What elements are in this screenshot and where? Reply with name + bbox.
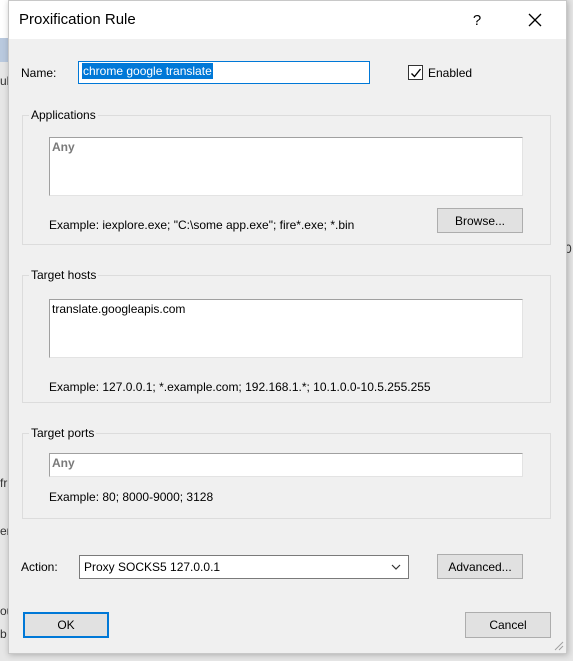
action-select-value: Proxy SOCKS5 127.0.0.1 xyxy=(84,560,221,574)
target-hosts-group-title: Target hosts xyxy=(29,268,99,282)
applications-example: Example: iexplore.exe; "C:\some app.exe"… xyxy=(49,218,355,232)
enabled-checkbox[interactable] xyxy=(408,65,423,80)
name-label: Name: xyxy=(21,66,57,80)
target-hosts-example: Example: 127.0.0.1; *.example.com; 192.1… xyxy=(49,380,431,394)
advanced-button[interactable]: Advanced... xyxy=(437,554,523,579)
target-hosts-textbox[interactable]: translate.googleapis.com xyxy=(49,299,523,358)
action-select[interactable]: Proxy SOCKS5 127.0.0.1 xyxy=(79,555,409,579)
target-hosts-value: translate.googleapis.com xyxy=(52,302,186,316)
target-ports-example: Example: 80; 8000-9000; 3128 xyxy=(49,490,214,504)
resize-grip-icon[interactable] xyxy=(552,639,564,651)
background-text-fragment: b xyxy=(0,627,7,641)
background-text-fragment: ul xyxy=(0,74,8,88)
dialog-title: Proxification Rule xyxy=(19,11,136,28)
name-input-value: chrome google translate xyxy=(82,63,213,79)
cancel-button[interactable]: Cancel xyxy=(465,612,551,638)
background-text-fragment: fr xyxy=(0,476,8,490)
name-input[interactable]: chrome google translate xyxy=(78,61,370,84)
enabled-label: Enabled xyxy=(428,66,473,80)
applications-group-title: Applications xyxy=(29,108,98,122)
target-ports-textbox[interactable]: Any xyxy=(49,453,523,477)
target-ports-group-title: Target ports xyxy=(29,426,97,440)
checkmark-icon xyxy=(410,68,421,78)
close-icon xyxy=(528,13,542,27)
ok-button[interactable]: OK xyxy=(23,612,109,638)
background-titlebar xyxy=(0,0,8,38)
help-button[interactable]: ? xyxy=(459,1,495,39)
background-text-fragment: en xyxy=(0,524,8,538)
target-ports-value: Any xyxy=(52,456,75,470)
dialog-titlebar: Proxification Rule ? xyxy=(9,1,566,39)
browse-button[interactable]: Browse... xyxy=(437,208,523,233)
close-button[interactable] xyxy=(515,1,555,39)
applications-value: Any xyxy=(52,140,75,154)
action-label: Action: xyxy=(21,560,58,574)
background-text-fragment: ou xyxy=(0,604,8,618)
chevron-down-icon xyxy=(391,564,401,570)
proxification-rule-dialog: Proxification Rule ? Name: chrome google… xyxy=(8,0,567,654)
applications-textbox[interactable]: Any xyxy=(49,137,523,196)
background-toolbar xyxy=(0,38,8,62)
